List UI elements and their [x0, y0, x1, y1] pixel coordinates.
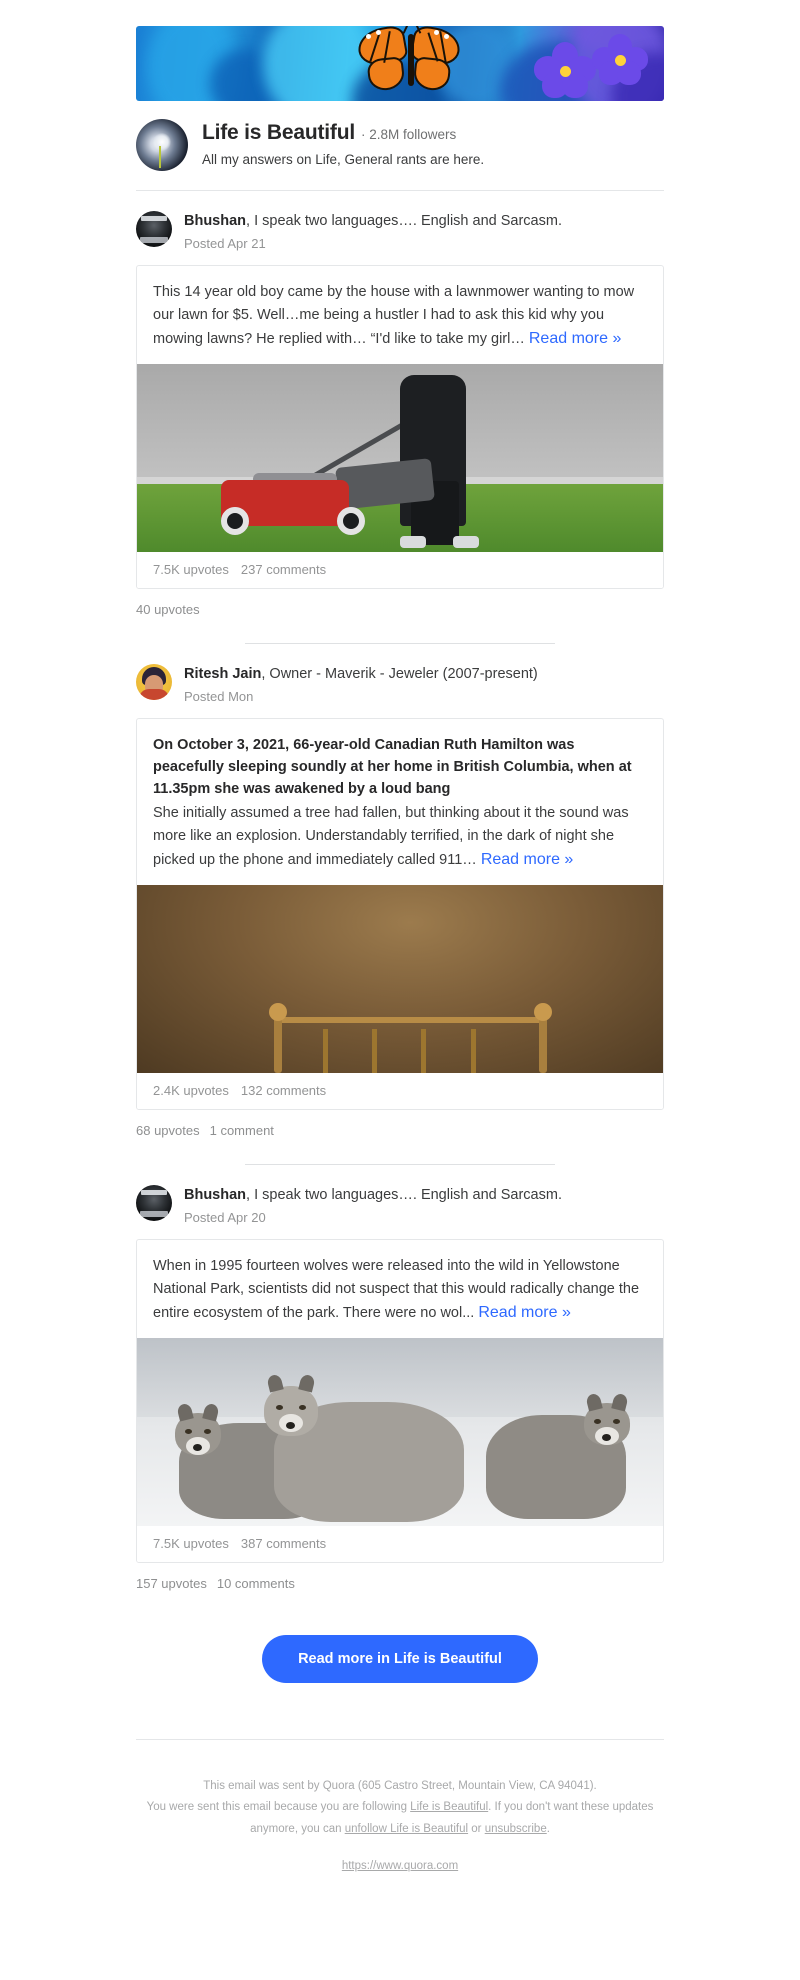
author-avatar[interactable]	[136, 211, 172, 247]
footer-line-3-mid: or	[468, 1822, 485, 1835]
post-3-answer-card[interactable]: When in 1995 fourteen wolves were releas…	[136, 1238, 664, 1564]
post-2-card-body: On October 3, 2021, 66-year-old Canadian…	[137, 719, 663, 886]
footer-line-3: anymore, you can unfollow Life is Beauti…	[120, 1819, 680, 1840]
post-upvotes: 40 upvotes	[136, 602, 200, 618]
post-1-header: Bhushan, I speak two languages…. English…	[136, 211, 664, 251]
footer-line-3-a: anymore, you can	[250, 1822, 345, 1835]
post-upvotes: 68 upvotes	[136, 1123, 200, 1139]
unsubscribe-link[interactable]: unsubscribe	[485, 1823, 547, 1835]
author-avatar[interactable]	[136, 664, 172, 701]
post-3-card-body: When in 1995 fourteen wolves were releas…	[137, 1240, 663, 1338]
space-avatar[interactable]	[136, 119, 188, 171]
answer-title: On October 3, 2021, 66-year-old Canadian…	[153, 736, 632, 797]
footer-line-2-a: You were sent this email because you are…	[146, 1801, 411, 1814]
footer-line-2: You were sent this email because you are…	[120, 1797, 680, 1818]
space-banner-image	[136, 26, 664, 101]
post-3: Bhushan, I speak two languages…. English…	[0, 1165, 800, 1564]
post-1-stats: 40 upvotes	[0, 589, 800, 617]
footer-line-1: This email was sent by Quora (605 Castro…	[203, 1780, 597, 1793]
read-more-link[interactable]: Read more »	[478, 1304, 571, 1321]
read-more-link[interactable]: Read more »	[529, 330, 622, 347]
post-2-answer-stats: 2.4K upvotes 132 comments	[137, 1073, 663, 1110]
post-1-answer-card[interactable]: This 14 year old boy came by the house w…	[136, 264, 664, 590]
cta-wrap: Read more in Life is Beautiful	[0, 1591, 800, 1684]
post-separator	[245, 643, 555, 645]
post-1-answer-stats: 7.5K upvotes 237 comments	[137, 552, 663, 589]
answer-upvotes: 7.5K upvotes	[153, 1536, 229, 1552]
space-header[interactable]: Life is Beautiful · 2.8M followers All m…	[0, 101, 800, 171]
unfollow-link[interactable]: unfollow Life is Beautiful	[345, 1823, 468, 1835]
post-upvotes: 157 upvotes	[136, 1576, 207, 1592]
footer-line-2-b: . If you don't want these updates	[488, 1801, 654, 1814]
space-link[interactable]: Life is Beautiful	[410, 1801, 488, 1813]
author-name[interactable]: Bhushan	[184, 213, 246, 229]
answer-upvotes: 7.5K upvotes	[153, 562, 229, 578]
post-separator	[245, 1164, 555, 1166]
post-3-stats: 157 upvotes 10 comments	[0, 1563, 800, 1591]
post-3-author-line: Bhushan, I speak two languages…. English…	[184, 1185, 562, 1206]
post-1-author-line: Bhushan, I speak two languages…. English…	[184, 211, 562, 232]
post-2-author-line: Ritesh Jain, Owner - Maverik - Jeweler (…	[184, 664, 538, 685]
post-date: Posted Apr 21	[184, 235, 266, 251]
author-name[interactable]: Bhushan	[184, 1187, 246, 1203]
answer-comments: 132 comments	[240, 1083, 327, 1099]
post-1-separator-wrap	[0, 617, 800, 645]
post-comments: 10 comments	[216, 1576, 295, 1592]
answer-image[interactable]	[137, 885, 663, 1074]
author-avatar[interactable]	[136, 1185, 172, 1222]
author-bio: , Owner - Maverik - Jeweler (2007-presen…	[261, 666, 538, 683]
post-2: Ritesh Jain, Owner - Maverik - Jeweler (…	[0, 644, 800, 1111]
space-follower-count: · 2.8M followers	[360, 127, 457, 142]
post-date: Posted Apr 20	[184, 1209, 266, 1225]
read-more-link[interactable]: Read more »	[481, 851, 574, 868]
email-page: Life is Beautiful · 2.8M followers All m…	[0, 0, 800, 1877]
post-2-answer-card[interactable]: On October 3, 2021, 66-year-old Canadian…	[136, 717, 664, 1111]
answer-upvotes: 2.4K upvotes	[153, 1083, 229, 1099]
space-banner-wrap	[0, 0, 800, 101]
post-date: Posted Mon	[184, 688, 254, 704]
post-3-header: Bhushan, I speak two languages…. English…	[136, 1185, 664, 1225]
answer-image[interactable]	[137, 364, 663, 553]
author-bio: , I speak two languages…. English and Sa…	[246, 1187, 562, 1204]
post-2-stats: 68 upvotes 1 comment	[0, 1110, 800, 1138]
author-bio: , I speak two languages…. English and Sa…	[246, 213, 562, 229]
space-name[interactable]: Life is Beautiful	[202, 121, 355, 145]
post-2-separator-wrap	[0, 1138, 800, 1166]
answer-comments: 387 comments	[240, 1536, 327, 1552]
post-2-header: Ritesh Jain, Owner - Maverik - Jeweler (…	[136, 664, 664, 704]
read-more-in-space-button[interactable]: Read more in Life is Beautiful	[262, 1635, 538, 1684]
post-1: Bhushan, I speak two languages…. English…	[0, 191, 800, 590]
quora-site-link[interactable]: https://www.quora.com	[120, 1856, 680, 1877]
space-meta: Life is Beautiful · 2.8M followers All m…	[202, 119, 484, 167]
flower-icon-1	[534, 42, 596, 100]
post-3-answer-stats: 7.5K upvotes 387 comments	[137, 1526, 663, 1563]
flower-icon-2	[592, 34, 648, 86]
email-footer: This email was sent by Quora (605 Castro…	[0, 1740, 800, 1877]
footer-line-3-b: .	[546, 1822, 550, 1835]
answer-image[interactable]	[137, 1338, 663, 1527]
author-name[interactable]: Ritesh Jain	[184, 666, 261, 682]
post-1-card-body: This 14 year old boy came by the house w…	[137, 266, 663, 364]
post-comments: 1 comment	[209, 1123, 274, 1139]
answer-comments: 237 comments	[240, 562, 327, 578]
butterfly-icon	[352, 26, 472, 100]
space-description: All my answers on Life, General rants ar…	[202, 152, 485, 167]
